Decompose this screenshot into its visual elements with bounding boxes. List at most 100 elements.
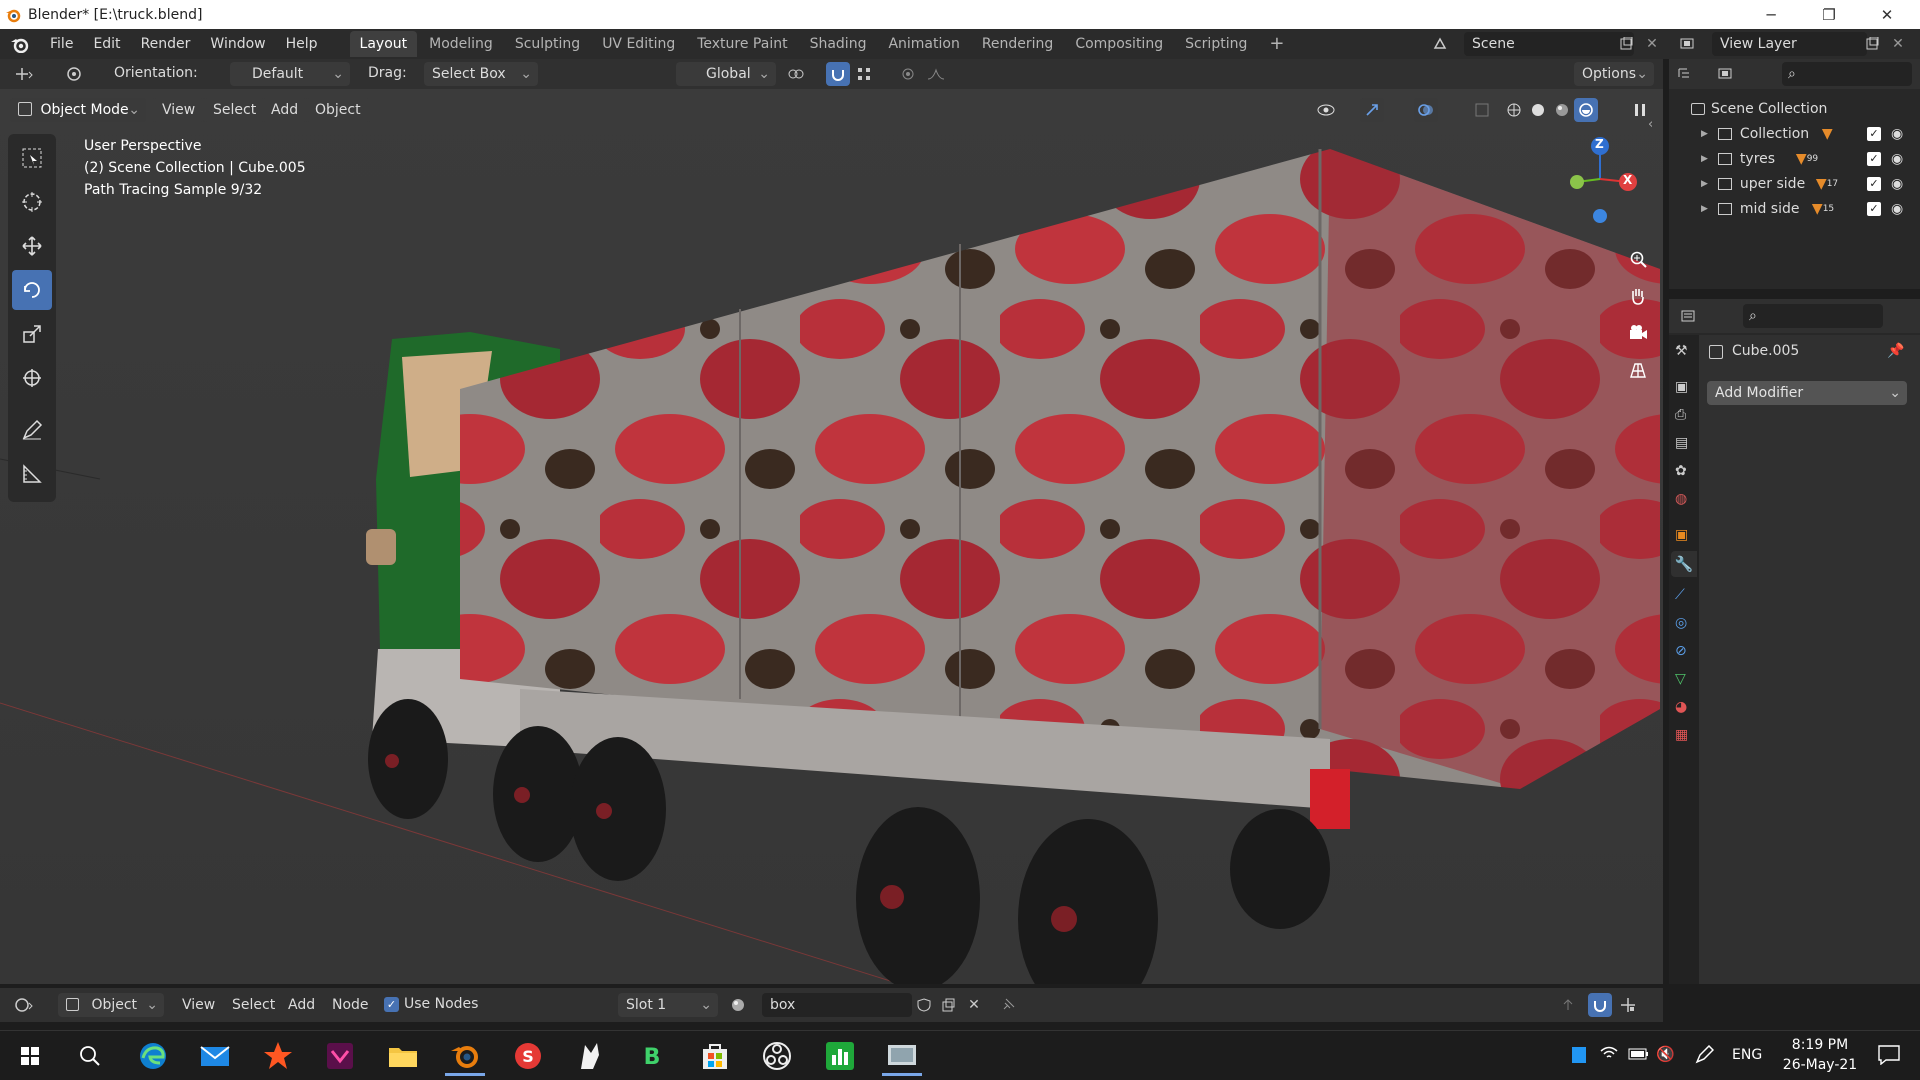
minimize-icon[interactable]: ─ [1748,0,1794,29]
drag-dropdown[interactable]: Select Box ⌄ [424,62,538,86]
blender-menu-icon[interactable] [0,35,40,53]
volume-muted-icon[interactable]: 🔇 [1656,1045,1675,1063]
mail-icon[interactable] [195,1036,235,1076]
overlays-icon[interactable] [1414,98,1438,122]
menu-file[interactable]: File [40,32,83,56]
measure-tool-icon[interactable] [12,454,52,494]
expand-icon[interactable]: ▶ [1701,129,1708,139]
delete-view-layer-icon[interactable]: ✕ [1886,32,1910,56]
3d-viewport[interactable]: User Perspective (2) Scene Collection | … [0,89,1663,984]
properties-search-input[interactable]: ⌕ [1743,304,1883,328]
tab-scripting[interactable]: Scripting [1175,31,1257,57]
exclude-checkbox[interactable]: ✓ [1867,176,1881,191]
texture-tab-icon[interactable]: ▦ [1675,727,1693,745]
exclude-checkbox[interactable]: ✓ [1867,151,1881,166]
fake-user-shield-icon[interactable] [912,993,936,1017]
wireframe-shading-icon[interactable] [1502,98,1526,122]
output-tab-icon[interactable]: ⎙ [1675,407,1693,425]
restore-icon[interactable]: ❐ [1806,0,1852,29]
outliner-row-collection[interactable]: ▶ Collection ▼ ✓ ◉ [1669,121,1920,146]
scene-selector-icon[interactable] [1428,32,1452,56]
spreadsheet-icon[interactable] [820,1036,860,1076]
scene-tab-icon[interactable]: ✿ [1675,463,1693,481]
annotate-tool-icon[interactable] [12,410,52,450]
camera-view-icon[interactable] [1623,318,1653,348]
expand-icon[interactable]: ▶ [1701,179,1708,189]
gizmo-toggle-icon[interactable] [1360,98,1384,122]
outliner-editor-type-icon[interactable] [1675,62,1699,86]
edge-browser-icon[interactable] [133,1036,173,1076]
tab-compositing[interactable]: Compositing [1065,31,1173,57]
media-app-icon[interactable] [320,1036,360,1076]
properties-editor-type-icon[interactable] [1679,304,1703,328]
tab-texture-paint[interactable]: Texture Paint [687,31,797,57]
menu-edit[interactable]: Edit [83,32,130,56]
tab-shading[interactable]: Shading [800,31,877,57]
modifier-tab-icon[interactable]: 🔧 [1671,551,1697,577]
snap-target-icon[interactable] [852,62,876,86]
outliner-row-mid-side[interactable]: ▶ mid side ▼ 15 ✓ ◉ [1669,196,1920,221]
node-snap-icon[interactable] [1588,993,1612,1017]
visibility-icon[interactable] [1314,98,1338,122]
pen-icon[interactable] [1694,1044,1715,1069]
clock-time[interactable]: 8:19 PM [1784,1037,1856,1053]
data-tab-icon[interactable]: ▽ [1675,671,1693,689]
add-modifier-dropdown[interactable]: Add Modifier ⌄ [1707,381,1907,405]
speedify-icon[interactable]: S [508,1036,548,1076]
expand-icon[interactable]: ▶ [1701,154,1708,164]
tab-uv-editing[interactable]: UV Editing [592,31,685,57]
object-mode-dropdown[interactable]: Object Mode ⌄ [10,98,146,122]
b-app-icon[interactable]: B [632,1036,672,1076]
new-material-icon[interactable] [936,993,960,1017]
eye-icon[interactable]: ◉ [1891,201,1903,217]
menu-window[interactable]: Window [200,32,275,56]
pivot-point-icon[interactable] [784,62,808,86]
add-workspace-icon[interactable]: + [1259,31,1294,57]
outliner-row-scene-collection[interactable]: Scene Collection [1669,96,1920,121]
shader-type-dropdown[interactable]: Object ⌄ [58,993,164,1017]
tool-tab-icon[interactable]: ⚒ [1675,343,1693,361]
node-menu-view[interactable]: View [172,993,225,1017]
world-tab-icon[interactable]: ◍ [1675,491,1693,509]
battery-icon[interactable] [1628,1047,1650,1065]
zoom-icon[interactable] [1623,244,1653,274]
options-dropdown[interactable]: Options ⌄ [1574,62,1654,86]
snap-toggle-icon[interactable] [826,62,850,86]
scene-name-field[interactable]: Scene [1464,32,1634,56]
tab-rendering[interactable]: Rendering [972,31,1064,57]
unlink-material-icon[interactable]: ✕ [962,993,986,1017]
node-menu-node[interactable]: Node [322,993,379,1017]
new-view-layer-icon[interactable] [1860,32,1884,56]
render-tab-icon[interactable]: ▣ [1675,379,1693,397]
node-menu-select[interactable]: Select [222,993,285,1017]
slot-dropdown[interactable]: Slot 1 ⌄ [618,993,718,1017]
expand-icon[interactable]: ▶ [1701,204,1708,214]
snap-node-element-icon[interactable] [1616,993,1640,1017]
proportional-edit-icon[interactable] [896,62,920,86]
display-mode-icon[interactable] [1715,62,1739,86]
pause-render-icon[interactable] [1628,98,1652,122]
eye-icon[interactable]: ◉ [1891,126,1903,142]
windows-start-icon[interactable] [10,1036,50,1076]
viewport-menu-add[interactable]: Add [261,98,309,122]
exclude-checkbox[interactable]: ✓ [1867,126,1881,141]
object-tab-icon[interactable]: ▣ [1675,527,1693,545]
tab-modeling[interactable]: Modeling [419,31,503,57]
tab-animation[interactable]: Animation [878,31,969,57]
language-indicator[interactable]: ENG [1732,1047,1762,1063]
material-browse-icon[interactable] [726,993,750,1017]
pin-icon[interactable]: 📌 [1887,343,1904,359]
new-scene-icon[interactable] [1614,32,1638,56]
tray-app-icon[interactable] [1572,1047,1586,1063]
viewport-menu-select[interactable]: Select [203,98,267,122]
view-layer-field[interactable]: View Layer [1712,32,1867,56]
outliner-row-uper-side[interactable]: ▶ uper side ▼ 17 ✓ ◉ [1669,171,1920,196]
outliner-search-input[interactable]: ⌕ [1782,62,1912,86]
view-layer-tab-icon[interactable]: ▤ [1675,435,1693,453]
transform-pivot-icon[interactable] [62,62,86,86]
tab-layout[interactable]: Layout [349,31,418,57]
orthographic-grid-icon[interactable] [1623,355,1653,385]
image-viewer-icon[interactable] [882,1036,922,1076]
exclude-checkbox[interactable]: ✓ [1867,201,1881,216]
search-icon[interactable] [70,1036,110,1076]
